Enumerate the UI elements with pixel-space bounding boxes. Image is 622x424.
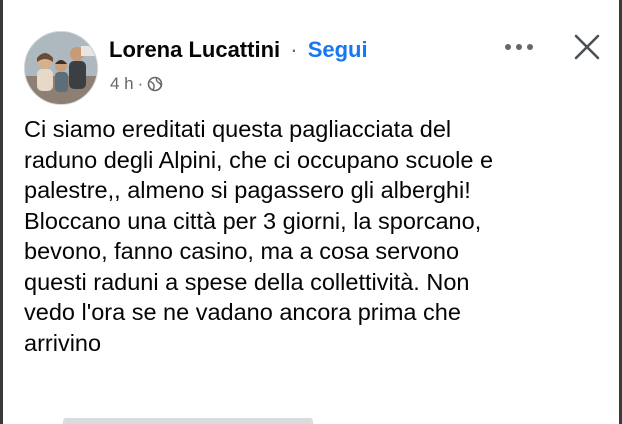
follow-button[interactable]: Segui bbox=[308, 37, 368, 62]
post-card: Lorena Lucattini · Segui 4 h · Ci siamo … bbox=[0, 0, 622, 424]
more-horizontal-icon[interactable] bbox=[501, 32, 537, 62]
author-name[interactable]: Lorena Lucattini bbox=[109, 37, 280, 62]
post-time[interactable]: 4 h bbox=[110, 74, 134, 94]
next-section-edge bbox=[63, 418, 313, 424]
post-meta: 4 h · bbox=[110, 73, 163, 95]
meta-separator: · bbox=[137, 74, 144, 93]
avatar-photo bbox=[25, 32, 97, 104]
author-row: Lorena Lucattini · Segui bbox=[109, 35, 368, 65]
close-icon[interactable] bbox=[569, 29, 605, 65]
post-header: Lorena Lucattini · Segui 4 h · bbox=[22, 29, 612, 105]
avatar[interactable] bbox=[24, 31, 98, 105]
name-separator: · bbox=[290, 37, 298, 62]
post-text: Ci siamo ereditati questa pagliacciata d… bbox=[24, 116, 494, 356]
globe-icon[interactable] bbox=[147, 76, 163, 92]
